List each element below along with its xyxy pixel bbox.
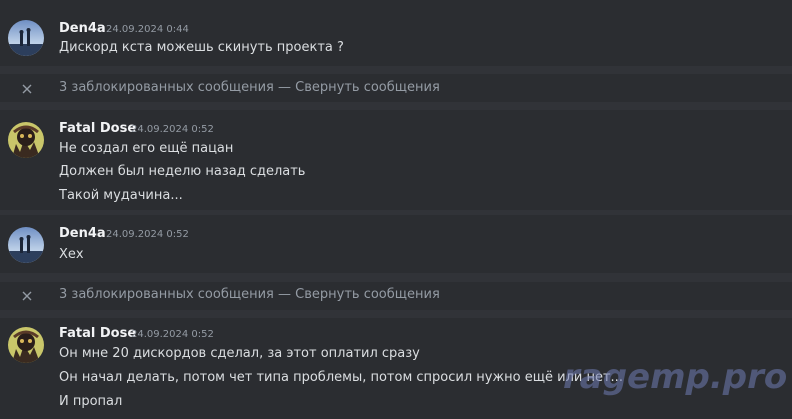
message-text: Не создал его ещё пацан — [59, 141, 234, 156]
message-text: Он мне 20 дискордов сделал, за этот опла… — [59, 346, 420, 361]
blocked-separator: — — [273, 287, 296, 302]
collapse-messages-link[interactable]: Свернуть сообщения — [295, 80, 440, 95]
avatar[interactable] — [8, 227, 44, 263]
message-group: Den4a 24.09.2024 0:44 Дискорд кста можеш… — [0, 0, 792, 66]
avatar[interactable] — [8, 327, 44, 363]
message-timestamp: 24.09.2024 0:52 — [131, 329, 214, 340]
message-text: Хех — [59, 247, 84, 262]
den4a-avatar-icon — [8, 20, 44, 56]
message-text: Должен был неделю назад сделать — [59, 164, 306, 179]
blocked-count: 3 заблокированных сообщения — [59, 287, 274, 302]
message-author[interactable]: Den4a — [59, 21, 106, 36]
chat-messages-area: Den4a 24.09.2024 0:44 Дискорд кста можеш… — [0, 0, 792, 419]
blocked-separator: — — [273, 80, 296, 95]
close-icon[interactable] — [21, 83, 33, 95]
blocked-messages-row: 3 заблокированных сообщения — Свернуть с… — [0, 74, 792, 102]
avatar[interactable] — [8, 122, 44, 158]
message-text: Такой мудачина... — [59, 188, 183, 203]
message-group: Den4a 24.09.2024 0:52 Хех — [0, 215, 792, 273]
message-timestamp: 24.09.2024 0:52 — [131, 124, 214, 135]
message-timestamp: 24.09.2024 0:52 — [106, 229, 189, 240]
message-author[interactable]: Fatal Dose — [59, 121, 136, 136]
watermark: ragemp.pro — [563, 357, 788, 397]
blocked-count: 3 заблокированных сообщения — [59, 80, 274, 95]
den4a-avatar-icon — [8, 227, 44, 263]
collapse-messages-link[interactable]: Свернуть сообщения — [295, 287, 440, 302]
message-author[interactable]: Den4a — [59, 226, 106, 241]
message-text: И пропал — [59, 394, 123, 409]
fatal-dose-avatar-icon — [8, 122, 44, 158]
message-timestamp: 24.09.2024 0:44 — [106, 24, 189, 35]
message-text: Дискорд кста можешь скинуть проекта ? — [59, 40, 344, 55]
message-group: Fatal Dose 24.09.2024 0:52 Не создал его… — [0, 110, 792, 210]
blocked-messages-text: 3 заблокированных сообщения — Свернуть с… — [59, 287, 440, 302]
blocked-messages-row: 3 заблокированных сообщения — Свернуть с… — [0, 282, 792, 310]
fatal-dose-avatar-icon — [8, 327, 44, 363]
message-author[interactable]: Fatal Dose — [59, 326, 136, 341]
close-icon[interactable] — [21, 290, 33, 302]
message-text: Он начал делать, потом чет типа проблемы… — [59, 370, 623, 385]
avatar[interactable] — [8, 20, 44, 56]
blocked-messages-text: 3 заблокированных сообщения — Свернуть с… — [59, 80, 440, 95]
